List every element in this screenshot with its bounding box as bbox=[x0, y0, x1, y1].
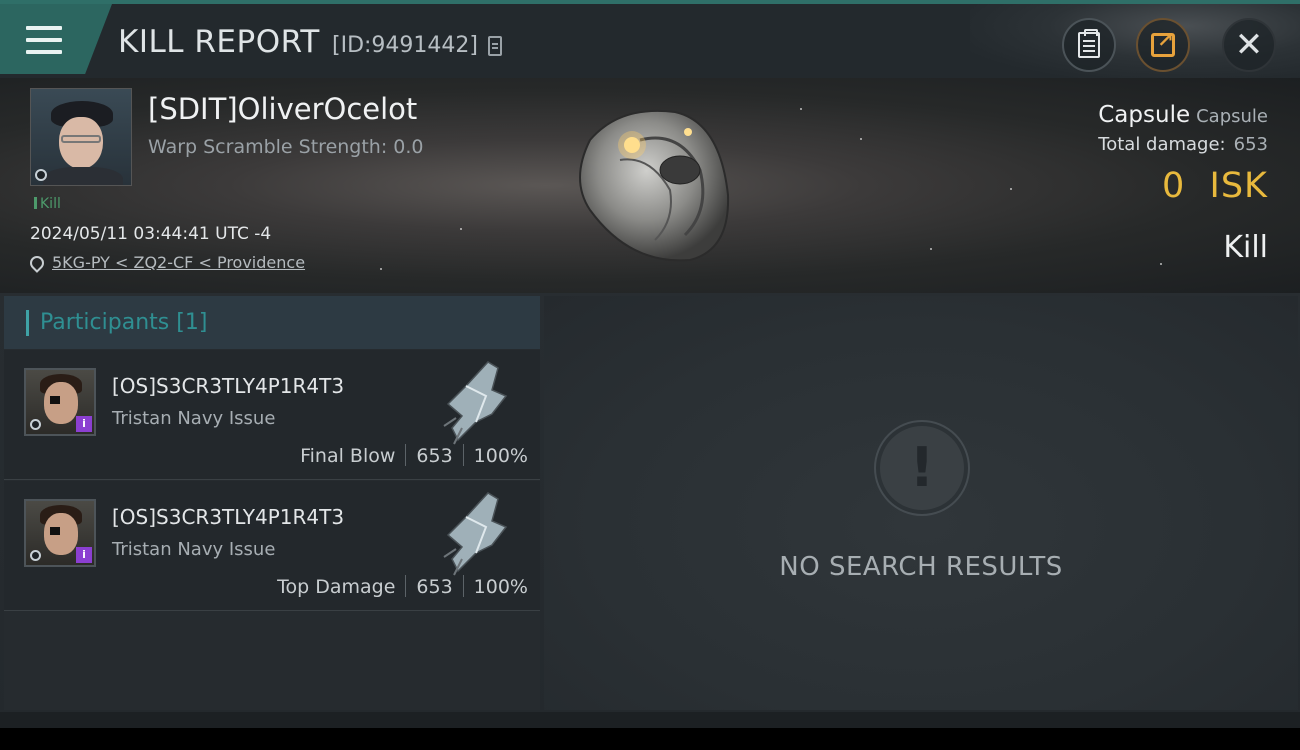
participant-stats: Top Damage 653 100% bbox=[277, 575, 528, 598]
corporation-icon bbox=[35, 169, 47, 181]
alert-icon: ! bbox=[876, 422, 968, 514]
participant-role: Top Damage bbox=[277, 576, 396, 598]
participants-header: Participants [1] bbox=[4, 296, 540, 349]
no-results-message: NO SEARCH RESULTS bbox=[779, 552, 1063, 582]
share-button[interactable] bbox=[1136, 18, 1190, 72]
participant-row[interactable]: i [OS]S3CR3TLY4P1R4T3 Tristan Navy Issue… bbox=[4, 350, 540, 480]
participant-stats: Final Blow 653 100% bbox=[300, 444, 528, 467]
participant-avatar[interactable]: i bbox=[24, 368, 96, 436]
victim-ship[interactable]: Capsule Capsule bbox=[1098, 102, 1268, 128]
participant-ship: Tristan Navy Issue bbox=[112, 408, 276, 429]
participant-damage: 653 bbox=[416, 445, 453, 467]
location-text: 5KG-PY < ZQ2-CF < Providence bbox=[52, 253, 306, 272]
isk-amount: 0 bbox=[1161, 166, 1186, 206]
menu-icon bbox=[26, 26, 62, 54]
participant-row[interactable]: i [OS]S3CR3TLY4P1R4T3 Tristan Navy Issue… bbox=[4, 481, 540, 611]
victim-name[interactable]: [SDIT]OliverOcelot bbox=[148, 92, 417, 126]
capsule-ship-image bbox=[579, 109, 730, 262]
clipboard-icon bbox=[1078, 29, 1100, 58]
close-button[interactable]: ✕ bbox=[1222, 18, 1276, 72]
kill-datetime: 2024/05/11 03:44:41 UTC -4 bbox=[30, 224, 272, 244]
search-results-panel: ! NO SEARCH RESULTS bbox=[544, 296, 1298, 710]
warp-scramble-strength: Warp Scramble Strength: 0.0 bbox=[148, 136, 424, 158]
alpha-clone-icon: i bbox=[76, 547, 92, 563]
page-title: KILL REPORT bbox=[118, 24, 320, 60]
alpha-clone-icon: i bbox=[76, 416, 92, 432]
alert-glyph: ! bbox=[909, 436, 935, 499]
kill-tag: Kill bbox=[34, 196, 61, 212]
isk-unit: ISK bbox=[1209, 166, 1268, 206]
participant-ship: Tristan Navy Issue bbox=[112, 539, 276, 560]
clipboard-button[interactable] bbox=[1062, 18, 1116, 72]
victim-banner: [SDIT]OliverOcelot Warp Scramble Strengt… bbox=[0, 78, 1300, 293]
participant-percent: 100% bbox=[473, 576, 528, 598]
kill-result-label: Kill bbox=[1223, 230, 1268, 265]
bottom-strip bbox=[0, 712, 1300, 728]
victim-portrait[interactable] bbox=[30, 88, 132, 186]
participants-count: [1] bbox=[176, 310, 208, 335]
location-pin-icon bbox=[27, 253, 47, 273]
corporation-icon bbox=[30, 419, 41, 430]
copy-id-icon[interactable] bbox=[488, 36, 502, 56]
total-damage: Total damage: 653 bbox=[1098, 134, 1268, 155]
ship-name: Capsule bbox=[1098, 102, 1191, 128]
close-icon: ✕ bbox=[1234, 25, 1264, 65]
report-id: [ID:9491442] bbox=[332, 33, 478, 58]
participants-panel: Participants [1] i [OS]S3CR3TLY4P1R4T3 T… bbox=[4, 296, 540, 710]
participant-name: [OS]S3CR3TLY4P1R4T3 bbox=[112, 374, 345, 398]
corporation-icon bbox=[30, 550, 41, 561]
header-bar: KILL REPORT [ID:9491442] ✕ bbox=[0, 4, 1300, 78]
total-damage-value: 653 bbox=[1233, 134, 1268, 155]
location-link[interactable]: 5KG-PY < ZQ2-CF < Providence bbox=[27, 253, 306, 273]
participant-damage: 653 bbox=[416, 576, 453, 598]
participant-avatar[interactable]: i bbox=[24, 499, 96, 567]
isk-value: 0 ISK bbox=[1162, 166, 1268, 206]
total-damage-label: Total damage: bbox=[1098, 134, 1226, 155]
kill-report-window: KILL REPORT [ID:9491442] ✕ [SDIT]OliverO… bbox=[0, 0, 1300, 728]
share-icon bbox=[1151, 28, 1175, 57]
participants-heading: Participants bbox=[40, 310, 170, 335]
frigate-ship-icon[interactable] bbox=[436, 356, 516, 446]
frigate-ship-icon[interactable] bbox=[436, 487, 516, 577]
participant-role: Final Blow bbox=[300, 445, 396, 467]
participant-name: [OS]S3CR3TLY4P1R4T3 bbox=[112, 505, 345, 529]
participant-percent: 100% bbox=[473, 445, 528, 467]
ship-class: Capsule bbox=[1196, 106, 1268, 127]
